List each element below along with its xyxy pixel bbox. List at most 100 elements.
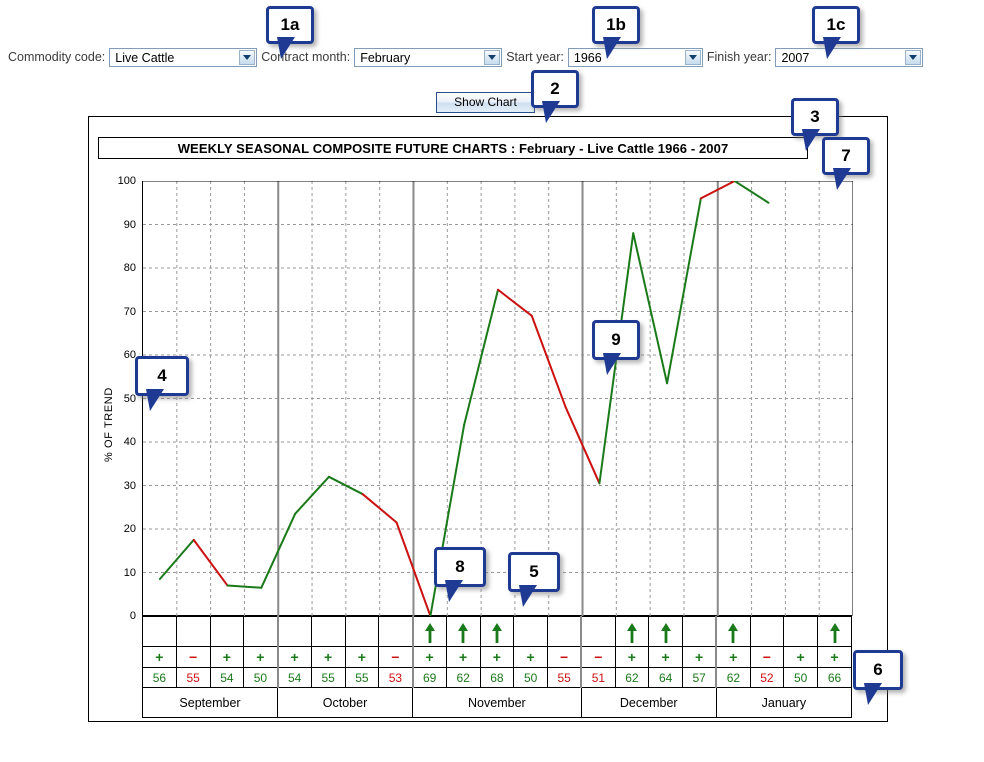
chart-title-box: WEEKLY SEASONAL COMPOSITE FUTURE CHARTS … [98, 137, 808, 159]
table-cell-sign: + [277, 646, 312, 668]
up-arrow-icon [817, 616, 852, 647]
table-cell-sign: + [715, 646, 751, 668]
table-cell-month: September [142, 687, 278, 718]
up-arrow-icon [445, 616, 481, 647]
table-cell-empty [175, 616, 211, 647]
table-cell-percent: 66 [817, 667, 852, 688]
table-cell-percent: 55 [547, 667, 583, 688]
callout-9: 9 [592, 320, 640, 375]
table-cell-sign: − [175, 646, 211, 668]
table-cell-sign: − [580, 646, 616, 668]
table-cell-percent: 68 [479, 667, 515, 688]
commodity-code-label: Commodity code: [8, 50, 106, 64]
table-row-months: September October November December January [142, 687, 853, 718]
y-axis-tick: 90 [123, 218, 136, 231]
callout-2: 2 [531, 70, 579, 123]
table-cell-percent: 55 [175, 667, 211, 688]
y-axis-tick: 50 [123, 392, 136, 405]
y-axis-tick: 70 [123, 305, 136, 318]
callout-6: 6 [853, 650, 903, 705]
table-cell-empty [344, 616, 380, 647]
table-cell-empty [209, 616, 245, 647]
table-cell-empty [378, 616, 414, 647]
y-axis-tick: 80 [123, 262, 136, 274]
chart-svg [143, 181, 853, 616]
table-cell-percent: 54 [209, 667, 245, 688]
table-cell-percent: 62 [715, 667, 751, 688]
callout-7: 7 [822, 137, 870, 190]
callout-3: 3 [791, 98, 839, 151]
table-cell-empty [682, 616, 718, 647]
table-cell-sign: + [243, 646, 279, 668]
callout-label: 1b [606, 15, 626, 34]
table-cell-percent: 64 [648, 667, 683, 688]
callout-label: 9 [611, 330, 621, 349]
commodity-code-value: Live Cattle [115, 50, 175, 65]
table-cell-sign: − [547, 646, 583, 668]
table-cell-percent: 54 [277, 667, 312, 688]
table-row-arrows [142, 616, 852, 647]
show-chart-button[interactable]: Show Chart [436, 92, 535, 113]
table-cell-month: November [412, 687, 582, 718]
table-cell-empty [547, 616, 583, 647]
commodity-code-select[interactable]: Live Cattle [109, 47, 258, 67]
y-axis-label: % OF TREND [103, 387, 115, 462]
y-axis-tick: 20 [123, 523, 136, 535]
contract-month-value: February [360, 50, 411, 65]
start-year-value: 1966 [573, 50, 602, 65]
table-cell-sign: + [310, 646, 346, 668]
table-cell-percent: 51 [580, 667, 616, 688]
table-cell-month: January [715, 687, 853, 718]
table-cell-sign: + [344, 646, 380, 668]
up-arrow-icon [648, 616, 683, 647]
table-row-signs: + − + + + + + − + + + + − − + + + + − + + [142, 646, 852, 668]
callout-label: 5 [529, 562, 539, 581]
plot-area: 100 90 80 70 60 50 40 30 20 10 0 [118, 175, 853, 622]
table-cell-empty [310, 616, 346, 647]
table-cell-month: December [580, 687, 717, 718]
table-cell-percent: 56 [142, 667, 177, 688]
finish-year-value: 2007 [781, 50, 810, 65]
callout-label: 6 [873, 660, 883, 679]
table-cell-empty [243, 616, 279, 647]
table-cell-sign: + [648, 646, 683, 668]
finish-year-label: Finish year: [706, 50, 772, 64]
chevron-down-icon[interactable] [905, 49, 922, 65]
y-axis-tick: 0 [129, 610, 136, 622]
callout-label: 4 [157, 366, 167, 385]
table-row-percents: 56 55 54 50 54 55 55 53 69 62 68 50 55 51 62 64 57 62 52 50… [142, 667, 852, 688]
table-cell-empty [783, 616, 818, 647]
callout-8: 8 [434, 547, 486, 602]
start-year-select[interactable]: 1966 [567, 47, 703, 67]
table-cell-sign: + [209, 646, 245, 668]
contract-month-label: Contract month: [261, 50, 351, 64]
y-axis-tick: 30 [123, 479, 136, 492]
chevron-down-icon[interactable] [239, 49, 256, 65]
table-cell-sign: − [378, 646, 414, 668]
chevron-down-icon[interactable] [684, 49, 701, 65]
table-cell-sign: + [682, 646, 718, 668]
table-cell-percent: 57 [682, 667, 718, 688]
finish-year-select[interactable]: 2007 [775, 47, 924, 67]
table-cell-empty [749, 616, 785, 647]
chart-title: WEEKLY SEASONAL COMPOSITE FUTURE CHARTS … [177, 140, 729, 156]
table-cell-sign: + [412, 646, 447, 668]
y-axis-tick: 10 [123, 566, 136, 579]
callout-1c: 1c [812, 6, 860, 59]
up-arrow-icon [479, 616, 515, 647]
y-axis-tick: 40 [123, 436, 136, 448]
chevron-down-icon[interactable] [484, 49, 501, 65]
callout-1b: 1b [592, 6, 640, 59]
callout-1a: 1a [266, 6, 314, 59]
start-year-label: Start year: [506, 50, 564, 64]
table-cell-percent: 55 [344, 667, 380, 688]
table-cell-percent: 69 [412, 667, 447, 688]
up-arrow-icon [715, 616, 751, 647]
callout-label: 7 [841, 146, 851, 165]
table-cell-sign: + [513, 646, 548, 668]
table-cell-empty [277, 616, 312, 647]
up-arrow-icon [614, 616, 650, 647]
callout-label: 2 [550, 79, 560, 98]
table-cell-empty [580, 616, 616, 647]
contract-month-select[interactable]: February [354, 47, 503, 67]
